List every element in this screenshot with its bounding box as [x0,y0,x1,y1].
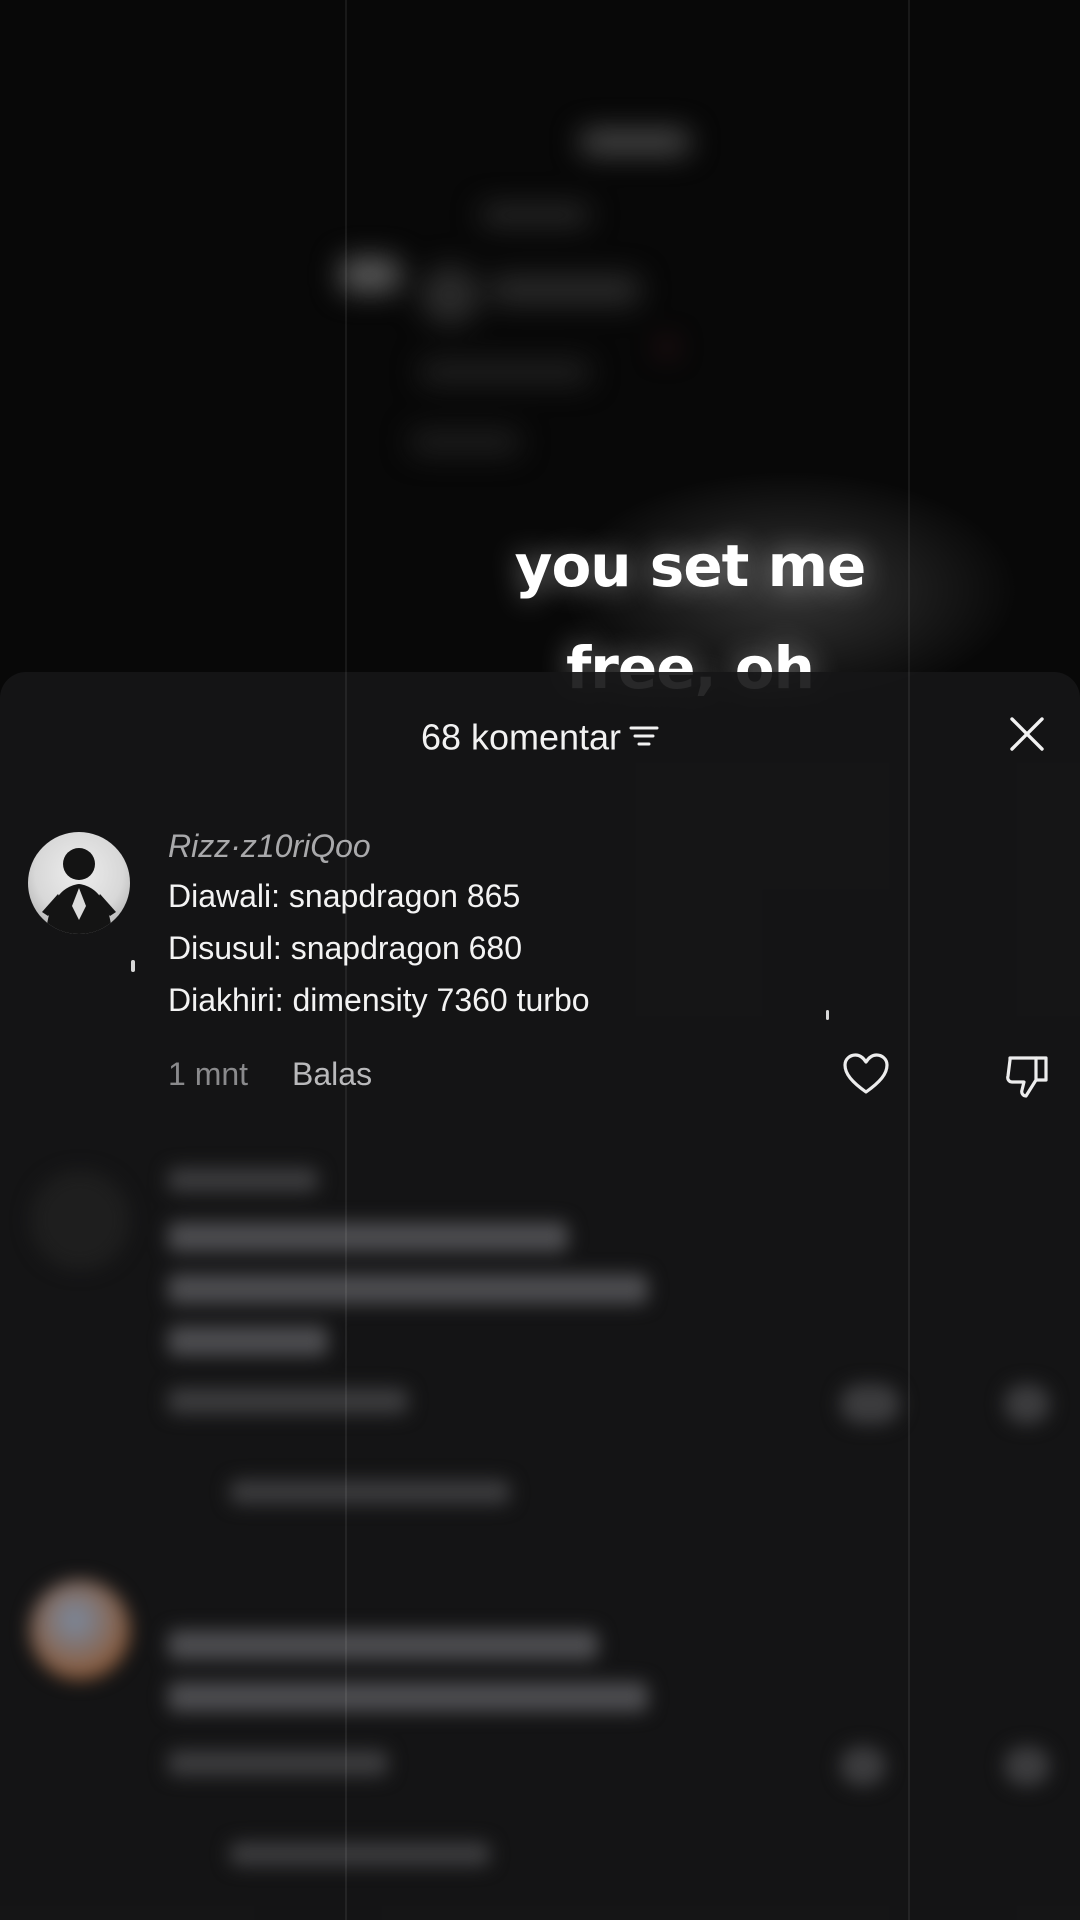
thumbs-down-icon[interactable] [1004,1052,1052,1105]
video-streak [345,0,347,1920]
comment-username[interactable]: Rizz·z10riQoo [168,826,371,866]
speck [826,1010,829,1020]
comment-timestamp: 1 mnt [168,1056,249,1092]
reply-button[interactable]: Balas [292,1056,372,1092]
comment-meta: 1 mnt Balas [168,1054,372,1094]
sort-lines-icon[interactable] [629,714,659,760]
comment-count-sort-button[interactable]: 68 komentar [0,712,1080,760]
comment-text-line: Diakhiri: dimensity 7360 turbo [168,982,590,1018]
comments-header: 68 komentar [0,672,1080,798]
blurred-comment [0,1570,1080,1920]
lyric-line-1: you set me [514,532,867,600]
blurred-comment [0,1150,1080,1530]
avatar[interactable] [28,832,130,934]
heart-outline-icon[interactable] [842,1052,890,1101]
close-icon[interactable] [1008,715,1046,758]
video-screen: you set me free, oh 68 komentar Rizz·z10… [0,0,1080,1920]
video-streak [908,0,910,1920]
speck [131,960,135,972]
comment-count-label: 68 komentar [420,716,622,758]
